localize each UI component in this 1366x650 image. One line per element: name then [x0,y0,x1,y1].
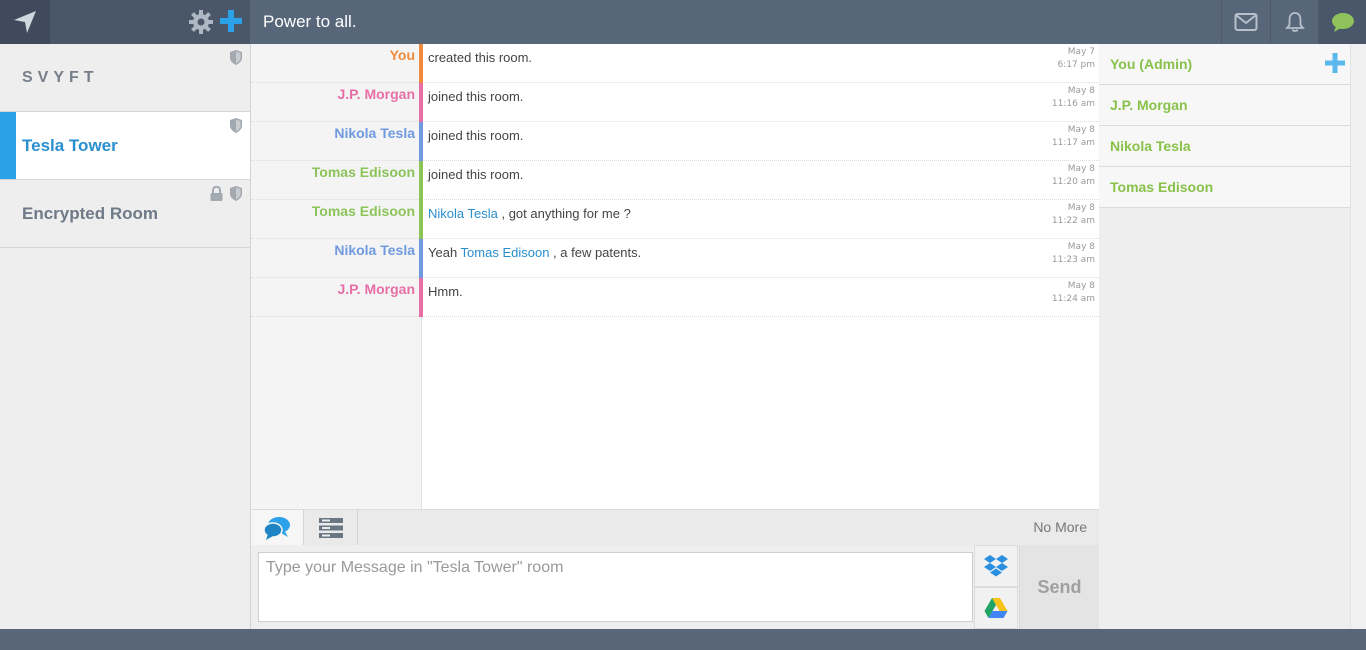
member-item[interactable]: Tomas Edisoon [1099,167,1350,208]
google-drive-icon [984,598,1008,618]
notifications-button[interactable] [1270,0,1318,44]
message-input[interactable] [258,552,973,622]
chat-toggle-button[interactable] [1318,0,1366,44]
sender-color-bar [419,278,423,317]
tab-chat[interactable] [251,510,304,546]
shield-icon [230,118,242,133]
dropbox-icon [984,555,1008,577]
message-row: J.P. Morgan joined this room. May 8 11:16… [251,83,1099,122]
message-composer: Send [251,545,1099,629]
chat-bubble-icon [1331,13,1354,32]
message-row: Tomas Edisoon joined this room. May 8 11:… [251,161,1099,200]
message-timestamp: May 8 11:16 am [1051,86,1095,109]
room-name: Encrypted Room [22,203,159,223]
room-list: SVYFT Tesla Tower Encrypted Room [0,44,251,629]
message-sender[interactable]: You [251,47,415,63]
message-row: Tomas Edisoon Nikola Tesla , got anythin… [251,200,1099,239]
user-mention-link[interactable]: Nikola Tesla [428,206,498,221]
message-text: Nikola Tesla , got anything for me ? [428,206,631,221]
message-timestamp: May 8 11:20 am [1051,164,1095,187]
message-sender[interactable]: J.P. Morgan [251,281,415,297]
message-text: created this room. [428,50,533,65]
sender-color-bar [419,200,423,239]
room-item-encrypted-room[interactable]: Encrypted Room [0,180,250,248]
member-name: J.P. Morgan [1110,97,1188,113]
add-room-plus-icon[interactable] [218,8,244,34]
lock-icon [210,186,223,201]
add-member-plus-icon[interactable] [1324,52,1346,74]
sender-color-bar [419,239,423,278]
message-sender[interactable]: Nikola Tesla [251,125,415,141]
send-button[interactable]: Send [1019,545,1099,629]
google-drive-button[interactable] [974,587,1018,629]
list-icon [319,518,343,538]
member-name: You (Admin) [1110,56,1193,72]
tab-list[interactable] [305,510,358,546]
sender-color-bar [419,161,423,200]
message-sender[interactable]: J.P. Morgan [251,86,415,102]
shield-icon [230,186,242,201]
message-list: You created this room. May 7 6:17 pm J.P.… [251,44,1099,509]
message-text: Hmm. [428,284,463,299]
bell-icon [1284,12,1305,32]
message-text: Yeah Tomas Edisoon , a few patents. [428,245,642,260]
messages-button[interactable] [1221,0,1269,44]
sender-color-bar [419,44,423,83]
message-text: joined this room. [428,128,524,143]
sender-color-bar [419,122,423,161]
room-name: SVYFT [22,68,99,86]
message-sender[interactable]: Nikola Tesla [251,242,415,258]
message-sender[interactable]: Tomas Edisoon [251,164,415,180]
bottom-bar [0,629,1366,650]
message-row: You created this room. May 7 6:17 pm [251,44,1099,83]
member-item[interactable]: Nikola Tesla [1099,126,1350,167]
member-name: Tomas Edisoon [1110,179,1214,195]
gear-icon[interactable] [188,9,214,35]
chat-tabs: No More [251,509,1099,546]
message-row: J.P. Morgan Hmm. May 8 11:24 am [251,278,1099,317]
room-item-tesla-tower[interactable]: Tesla Tower [0,112,250,180]
message-text: joined this room. [428,89,524,104]
sender-color-bar [419,83,423,122]
shield-icon [230,50,242,65]
room-name: Tesla Tower [22,135,118,155]
message-text: joined this room. [428,167,524,182]
message-timestamp: May 8 11:24 am [1051,281,1095,304]
page-scrollbar[interactable] [1350,44,1366,629]
member-name: Nikola Tesla [1110,138,1191,154]
message-timestamp: May 8 11:22 am [1051,203,1095,226]
room-item-svyft[interactable]: SVYFT [0,44,250,112]
navigation-icon [14,11,36,33]
dropbox-button[interactable] [974,545,1018,587]
user-mention-link[interactable]: Tomas Edisoon [461,245,550,260]
message-timestamp: May 7 6:17 pm [1057,47,1095,70]
chat-bubbles-icon [263,517,290,540]
mail-icon [1234,13,1257,31]
message-sender[interactable]: Tomas Edisoon [251,203,415,219]
member-list: You (Admin) J.P. Morgan Nikola Tesla Tom… [1099,44,1350,629]
no-more-label: No More [1033,519,1087,535]
top-bar: Power to all. [0,0,1366,44]
message-timestamp: May 8 11:17 am [1051,125,1095,148]
message-timestamp: May 8 11:23 am [1051,242,1095,265]
navigation-button[interactable] [0,0,50,44]
member-item[interactable]: J.P. Morgan [1099,85,1350,126]
member-item[interactable]: You (Admin) [1099,44,1350,85]
room-title: Power to all. [263,12,357,31]
message-row: Nikola Tesla Yeah Tomas Edisoon , a few … [251,239,1099,278]
message-row: Nikola Tesla joined this room. May 8 11:1… [251,122,1099,161]
